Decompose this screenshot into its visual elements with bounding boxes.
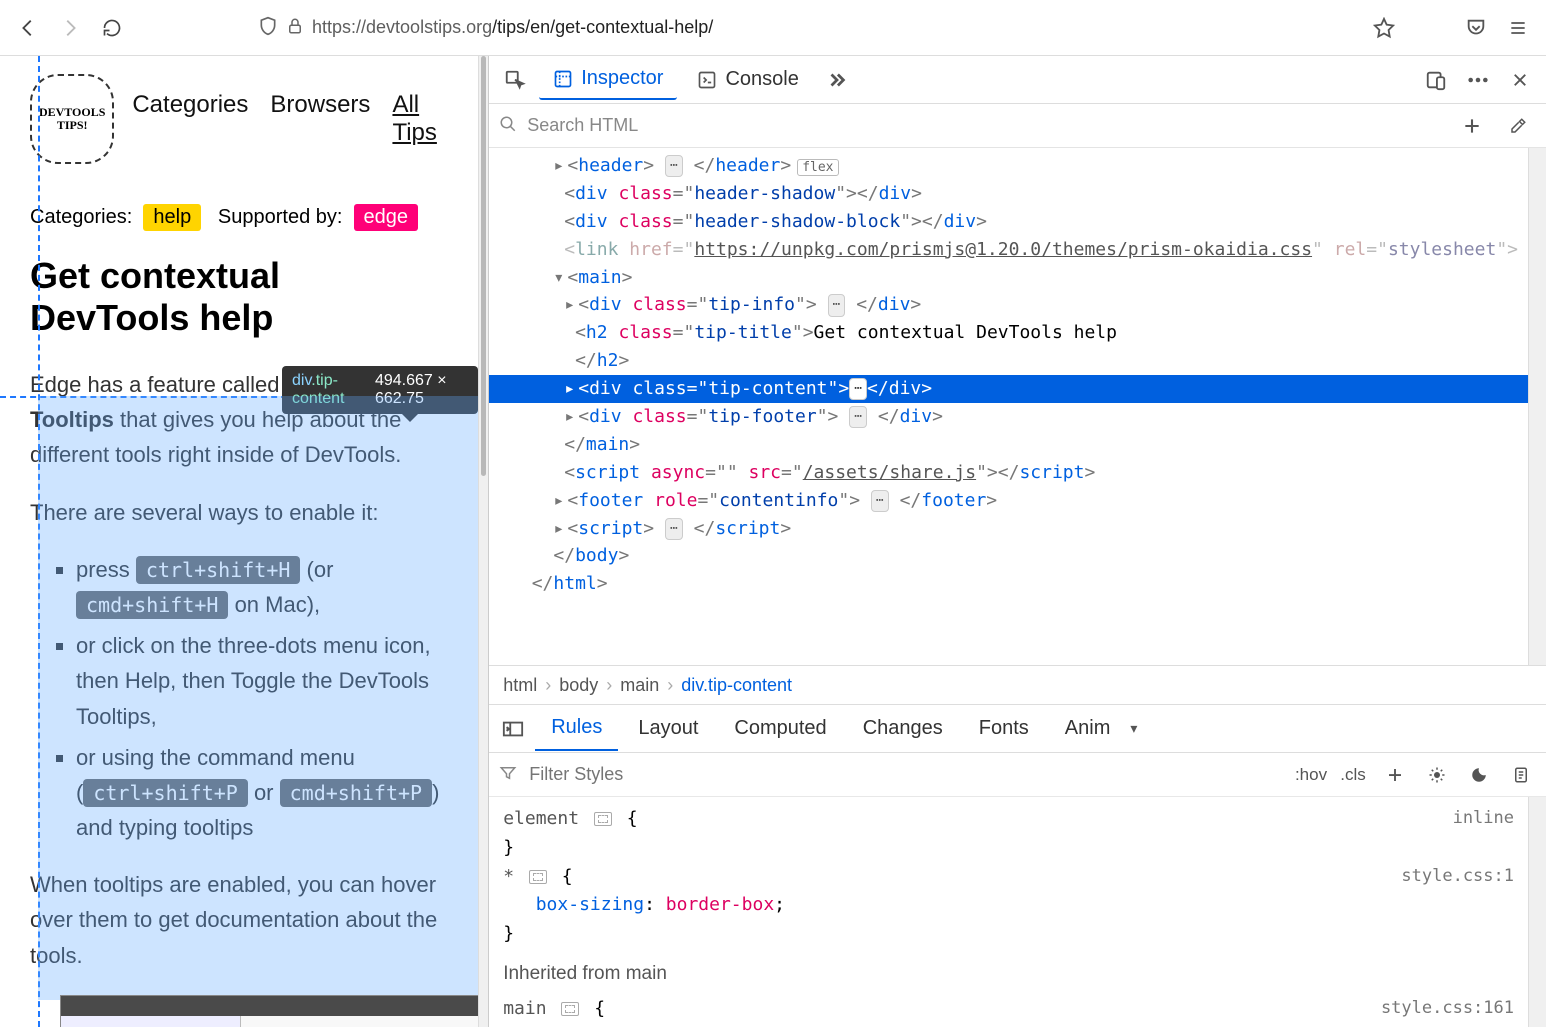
browser-toolbar: https://devtoolstips.org/tips/en/get-con… (0, 0, 1546, 56)
tip-content: Edge has a feature called the DevTools T… (0, 347, 478, 1027)
chip-help[interactable]: help (143, 204, 201, 231)
tabs-overflow-icon[interactable] (819, 62, 855, 98)
tab-computed[interactable]: Computed (718, 707, 842, 750)
embedded-screenshot: Debugger (60, 995, 478, 1027)
styles-tabs: Rules Layout Computed Changes Fonts Anim… (489, 705, 1546, 753)
tip-meta: Categories: help Supported by: edge (0, 174, 478, 231)
dom-scrollbar[interactable] (1528, 148, 1546, 665)
cls-toggle[interactable]: .cls (1338, 760, 1368, 790)
reload-button[interactable] (96, 12, 128, 44)
dom-tree[interactable]: ▸<header> ⋯ </header>flex <div class="he… (489, 148, 1528, 665)
tab-animations[interactable]: Anim (1049, 707, 1127, 750)
devtools-close-icon[interactable] (1502, 62, 1538, 98)
tab-changes[interactable]: Changes (847, 707, 959, 750)
site-logo[interactable]: DEVTOOLSTIPS! (30, 74, 114, 164)
eyedropper-icon[interactable] (1500, 108, 1536, 144)
devtools-panel: Inspector Console ▸<header> ⋯ </header>f… (488, 56, 1546, 1027)
url-text: https://devtoolstips.org/tips/en/get-con… (312, 17, 713, 38)
bookmark-star-icon[interactable] (1368, 12, 1400, 44)
add-node-icon[interactable] (1454, 108, 1490, 144)
pocket-icon[interactable] (1460, 12, 1492, 44)
search-icon (499, 115, 517, 136)
highlight-tooltip: div.tip-content 494.667 × 662.75 (282, 366, 478, 414)
nav-alltips[interactable]: All Tips (392, 91, 447, 147)
devtools-menu-icon[interactable] (1460, 62, 1496, 98)
site-nav: Categories Browsers All Tips (132, 91, 447, 147)
back-button[interactable] (12, 12, 44, 44)
hov-toggle[interactable]: :hov (1296, 760, 1326, 790)
tab-rules[interactable]: Rules (535, 706, 618, 751)
print-media-icon[interactable] (1506, 760, 1536, 790)
page-title: Get contextual DevTools help (0, 231, 478, 347)
webpage-viewport[interactable]: DEVTOOLSTIPS! Categories Browsers All Ti… (0, 56, 478, 1027)
nav-categories[interactable]: Categories (132, 91, 248, 147)
new-rule-icon[interactable] (1380, 760, 1410, 790)
chip-edge[interactable]: edge (354, 204, 419, 231)
element-picker-icon[interactable] (497, 62, 533, 98)
lock-icon (286, 17, 304, 38)
search-html-input[interactable] (527, 115, 1444, 136)
dom-selected-node[interactable]: ▸<div class="tip-content">⋯</div> (489, 375, 1528, 403)
breadcrumb[interactable]: html› body› main› div.tip-content (489, 665, 1546, 705)
nav-browsers[interactable]: Browsers (270, 91, 370, 147)
app-menu-icon[interactable] (1502, 12, 1534, 44)
toggle-3pane-icon[interactable] (495, 711, 531, 747)
shield-icon (258, 16, 278, 39)
forward-button[interactable] (54, 12, 86, 44)
rules-scrollbar[interactable] (1528, 797, 1546, 1027)
address-bar[interactable]: https://devtoolstips.org/tips/en/get-con… (138, 16, 1358, 39)
page-scrollbar[interactable] (478, 56, 489, 1027)
css-rules[interactable]: element {inline } * {style.css:1 box-siz… (489, 797, 1528, 1027)
tab-layout[interactable]: Layout (622, 707, 714, 750)
dark-scheme-icon[interactable] (1464, 760, 1494, 790)
filter-styles-input[interactable] (529, 764, 1284, 785)
light-scheme-icon[interactable] (1422, 760, 1452, 790)
responsive-mode-icon[interactable] (1418, 62, 1454, 98)
tab-inspector[interactable]: Inspector (539, 59, 677, 100)
filter-icon (499, 764, 517, 785)
tab-console[interactable]: Console (683, 60, 812, 99)
tab-fonts[interactable]: Fonts (963, 707, 1045, 750)
